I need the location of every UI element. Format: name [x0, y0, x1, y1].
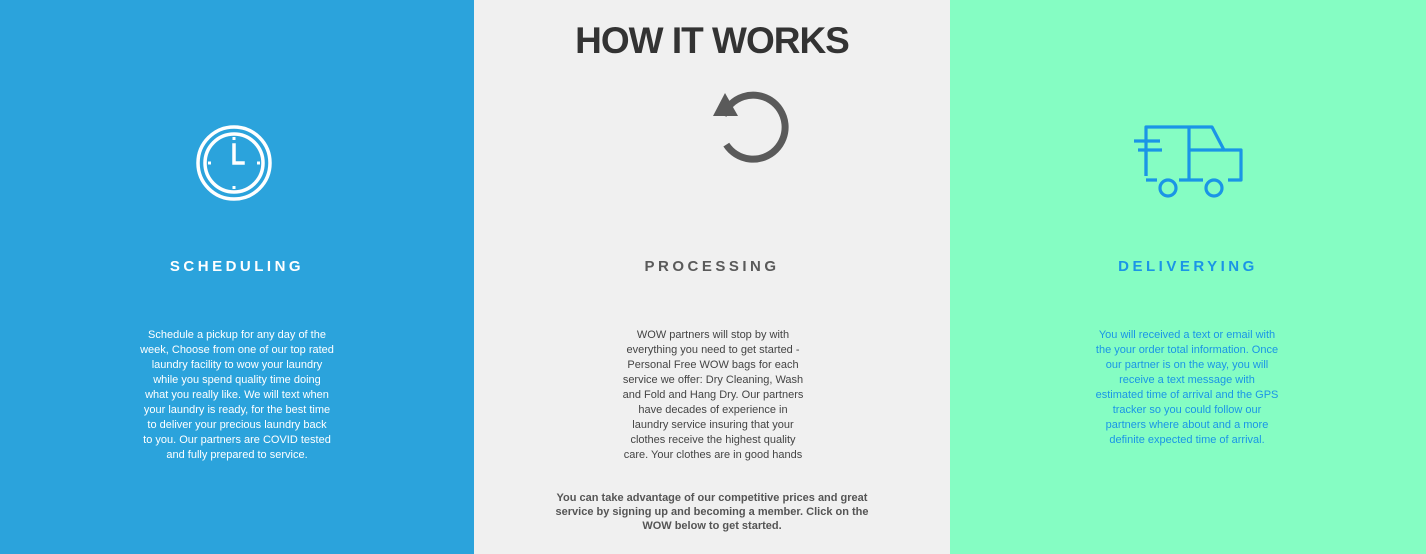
processing-heading: PROCESSING [644, 258, 780, 275]
signup-call-to-action: You can take advantage of our competitiv… [555, 492, 869, 532]
refresh-icon [713, 91, 789, 163]
delivering-description: You will received a text or email with t… [1095, 329, 1279, 446]
scheduling-heading: SCHEDULING [169, 258, 305, 275]
delivering-heading: DELIVERYING [1118, 258, 1258, 275]
delivery-truck-icon [1134, 125, 1243, 198]
scheduling-panel: SCHEDULING Schedule a pickup for any day… [0, 0, 474, 554]
clock-icon [196, 125, 272, 201]
delivering-panel: DELIVERYING You will received a text or … [950, 0, 1426, 554]
scheduling-description: Schedule a pickup for any day of the wee… [140, 329, 334, 461]
processing-panel: HOW IT WORKS PROCESSING WOW partners wil… [474, 0, 950, 554]
how-it-works-section: SCHEDULING Schedule a pickup for any day… [0, 0, 1426, 554]
processing-description: WOW partners will stop by with everythin… [622, 329, 804, 461]
page-title: HOW IT WORKS [575, 20, 850, 61]
